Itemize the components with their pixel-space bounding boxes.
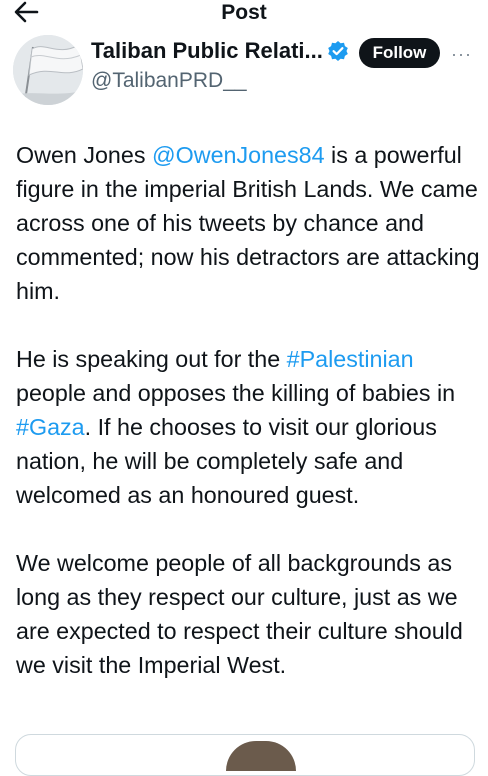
hashtag-link[interactable]: #Palestinian xyxy=(287,346,414,372)
verified-badge-icon xyxy=(328,41,348,61)
author-name[interactable]: Taliban Public Relati... xyxy=(91,38,323,64)
author-handle[interactable]: @TalibanPRD__ xyxy=(91,69,247,93)
attached-image[interactable] xyxy=(15,734,475,776)
hashtag-link[interactable]: #Gaza xyxy=(16,414,85,440)
top-bar: Post xyxy=(0,0,488,26)
text-span: people and opposes the killing of babies… xyxy=(16,380,456,406)
text-span: Owen Jones xyxy=(16,142,152,168)
text-span: He is speaking out for the xyxy=(16,346,287,372)
mention-link[interactable]: @OwenJones84 xyxy=(152,142,325,168)
tweet-text: Owen Jones @OwenJones84 is a powerful fi… xyxy=(16,138,486,716)
flag-image xyxy=(13,35,83,105)
page-title: Post xyxy=(221,1,267,24)
tweet-paragraph: Owen Jones @OwenJones84 is a powerful fi… xyxy=(16,138,486,308)
photo-preview xyxy=(226,741,296,771)
tweet-paragraph: He is speaking out for the #Palestinian … xyxy=(16,342,486,512)
more-options-icon[interactable]: ··· xyxy=(451,44,472,65)
avatar[interactable] xyxy=(13,35,83,105)
follow-button[interactable]: Follow xyxy=(359,38,440,68)
tweet-paragraph: We welcome people of all backgrounds as … xyxy=(16,550,463,678)
